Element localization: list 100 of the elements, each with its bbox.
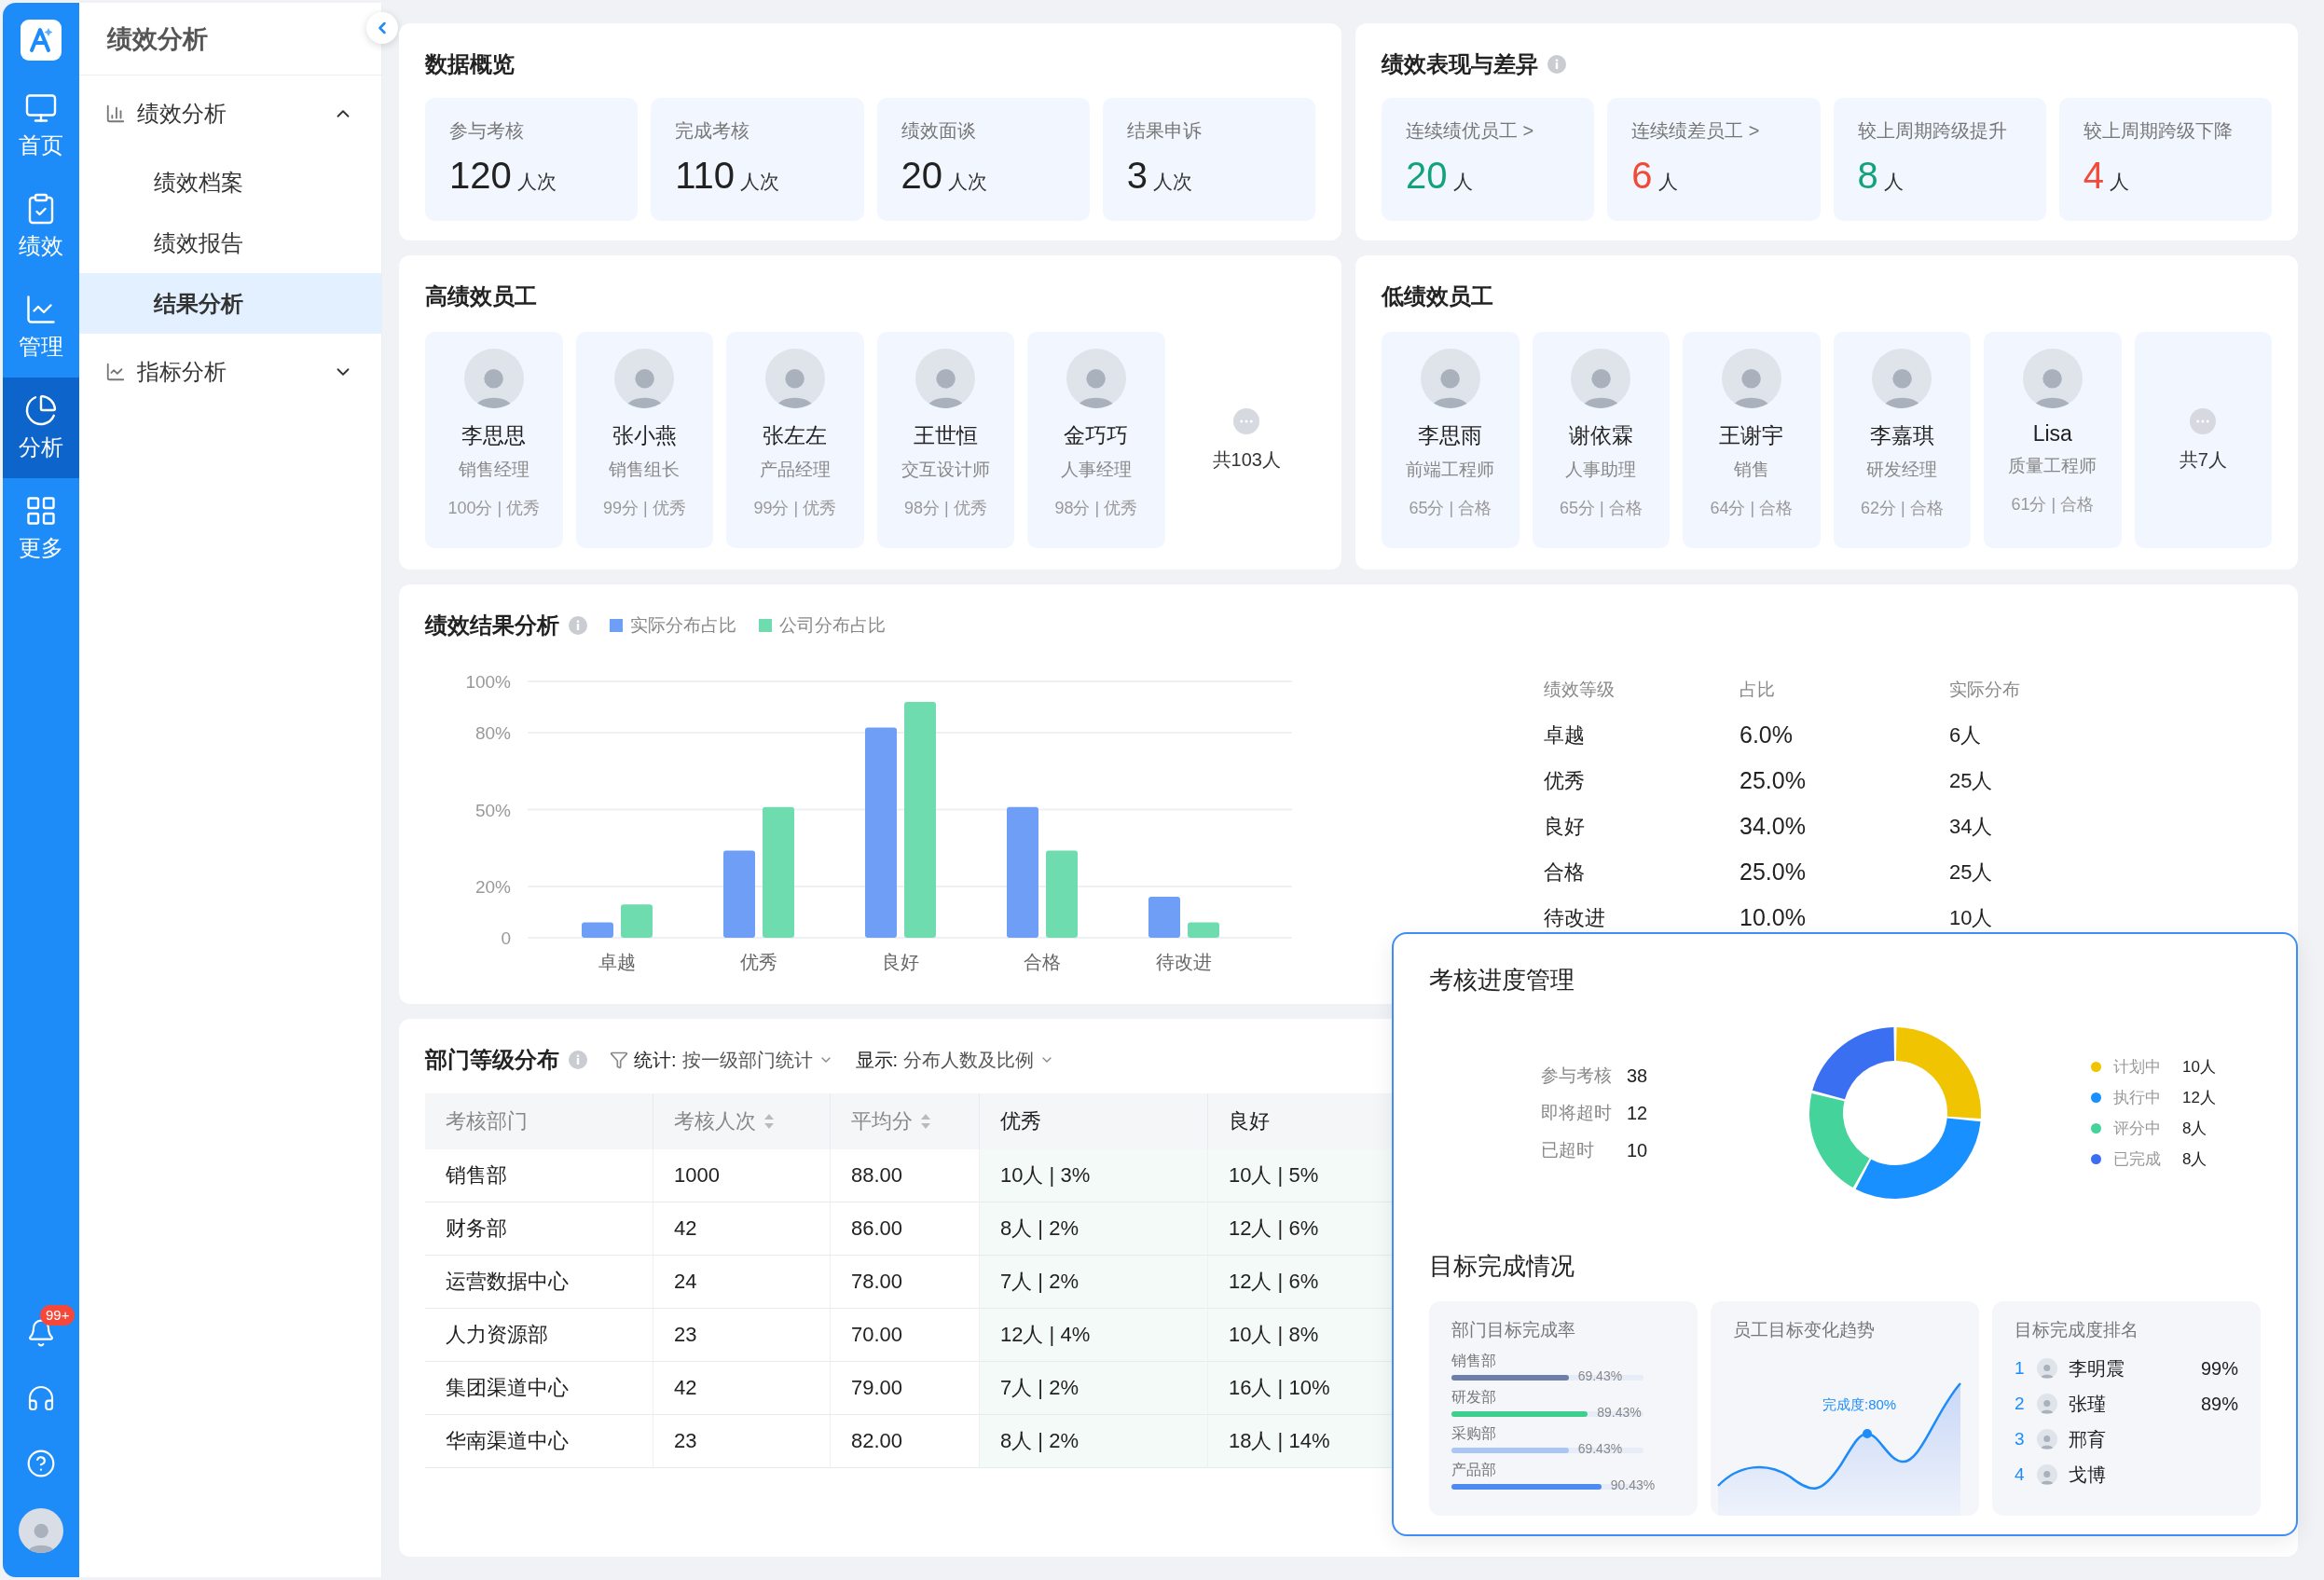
notification-button[interactable]: 99+ [5,1303,77,1363]
stat-card[interactable]: 连续绩差员工 > 6 人 [1607,98,1821,221]
table-cell: 23 [653,1415,831,1468]
employee-card[interactable]: 李思雨 前端工程师 65分 | 合格 [1382,332,1520,548]
employee-name: Lisa [2032,421,2072,447]
axis-category-label: 待改进 [1156,952,1212,972]
legend-label: 公司分布占比 [779,614,886,637]
info-icon[interactable] [569,1051,587,1069]
table-cell-text: 6.0% [1740,721,1794,749]
rank-name: 张瑾 [2069,1392,2107,1416]
collapse-button[interactable] [366,12,398,44]
bell-icon [26,1318,56,1348]
stat-unit: 人次 [740,170,780,194]
employee-name: 王谢宇 [1719,422,1784,449]
chart-bar [621,904,653,938]
menu-group[interactable]: 绩效分析 [79,76,381,152]
filter-dropdown[interactable]: 显示: 分布人数及比例 [855,1047,1055,1073]
sidebar-title: 绩效分析 [107,23,208,55]
table-cell: 7人 | 2% [980,1362,1208,1415]
employee-card[interactable]: 李思思 销售经理 100分 | 优秀 [425,332,563,548]
menu-item[interactable]: 绩效报告 [79,213,381,273]
stat-label: 绩效面谈 [901,119,977,143]
legend-label: 评分中 [2113,1119,2162,1139]
filter-icon [610,1051,628,1069]
chart-bar [1148,897,1180,938]
stat-label: 较上周期跨级提升 [1857,119,2008,143]
stat-card[interactable]: 较上周期跨级提升 8 人 [1833,98,2046,221]
filter-dropdown[interactable]: 统计: 按一级部门统计 [610,1047,833,1073]
legend-value: 8人 [2182,1119,2208,1139]
line-chart-icon [105,362,126,382]
table-cell: 70.00 [831,1309,980,1362]
employee-role: 前端工程师 [1406,459,1495,481]
bar-label: 研发部 [1451,1388,1497,1407]
notification-badge: 99+ [40,1305,76,1326]
avatar-placeholder [2037,1394,2057,1414]
card-title: 目标完成度排名 [2015,1319,2139,1341]
menu-group[interactable]: 指标分析 [79,334,381,410]
employee-score: 65分 | 合格 [1559,498,1643,519]
employee-score: 99分 | 优秀 [602,498,686,519]
table-cell: 42 [653,1362,831,1415]
chart-bar [1188,922,1219,938]
employee-role: 销售组长 [609,459,681,481]
table-cell: 23 [653,1309,831,1362]
table-cell: 销售部 [425,1149,653,1202]
employee-card[interactable]: 张小燕 销售组长 99分 | 优秀 [575,332,713,548]
card-title: 员工目标变化趋势 [1733,1319,1876,1341]
stat-unit: 人 [1452,170,1473,194]
employee-card[interactable]: 王世恒 交互设计师 98分 | 优秀 [876,332,1014,548]
employee-card[interactable]: 张左左 产品经理 99分 | 优秀 [726,332,864,548]
stat-card[interactable]: 连续绩优员工 > 20 人 [1382,98,1595,221]
nav-item[interactable]: 分析 [3,378,79,478]
table-cell-text: 34.0% [1740,813,1807,840]
employee-card[interactable]: 李嘉琪 研发经理 62分 | 合格 [1833,332,1971,548]
more-icon[interactable] [2190,407,2217,434]
bar-value: 90.43% [1610,1477,1656,1492]
stat-label: 结果申诉 [1126,119,1203,143]
employee-score: 100分 | 优秀 [447,498,541,519]
stat-value: 8 [1857,155,1878,197]
employee-card[interactable]: 金巧巧 人事经理 98分 | 优秀 [1027,332,1165,548]
employee-role: 交互设计师 [901,459,990,481]
total-count: 共7人 [2179,447,2227,472]
employee-score: 62分 | 合格 [1860,498,1944,519]
rank-number: 3 [2015,1429,2026,1449]
more-card[interactable]: 共7人 [2134,332,2272,548]
stat-value: 20 [901,155,942,197]
table-cell: 42 [653,1202,831,1256]
stat-card[interactable]: 较上周期跨级下降 4 人 [2058,98,2272,221]
menu-item[interactable]: 结果分析 [79,273,381,334]
table-cell-text: 优秀 [1544,767,1586,794]
employee-card[interactable]: 谢依霖 人事助理 65分 | 合格 [1532,332,1670,548]
menu-item[interactable]: 绩效档案 [79,152,381,213]
employee-role: 质量工程师 [2008,455,2097,477]
employee-role: 产品经理 [759,459,831,481]
stat-value: 38 [1627,1065,1649,1087]
employee-role: 销售 [1733,459,1769,481]
employee-card[interactable]: 王谢宇 销售 64分 | 合格 [1683,332,1821,548]
app-logo[interactable] [21,20,62,61]
legend-label: 实际分布占比 [630,614,736,637]
table-cell: 运营数据中心 [425,1256,653,1309]
employee-score: 98分 | 优秀 [1054,498,1138,519]
section-title: 绩效表现与差异 [1382,50,1538,78]
stat-value: 3 [1126,155,1148,197]
employee-name: 金巧巧 [1064,422,1129,449]
employee-role: 人事助理 [1565,459,1637,481]
chart-bar [582,922,613,938]
table-cell-text: 34人 [1949,813,1994,840]
table-cell-text: 25.0% [1740,767,1807,794]
pie-chart-icon [24,393,58,427]
more-icon[interactable] [1233,407,1260,434]
info-icon[interactable] [569,616,587,635]
sort-icon [920,1113,931,1130]
legend-label: 计划中 [2113,1057,2162,1078]
column-header: 占比 [1740,678,1776,701]
bar-label: 采购部 [1451,1424,1497,1443]
stat-value: 120 [449,155,512,197]
user-avatar[interactable] [19,1508,63,1553]
table-cell-text: 25人 [1949,859,1994,886]
employee-name: 张小燕 [612,422,677,449]
info-icon[interactable] [1547,55,1566,74]
employee-card[interactable]: Lisa 质量工程师 61分 | 合格 [1984,332,2122,548]
